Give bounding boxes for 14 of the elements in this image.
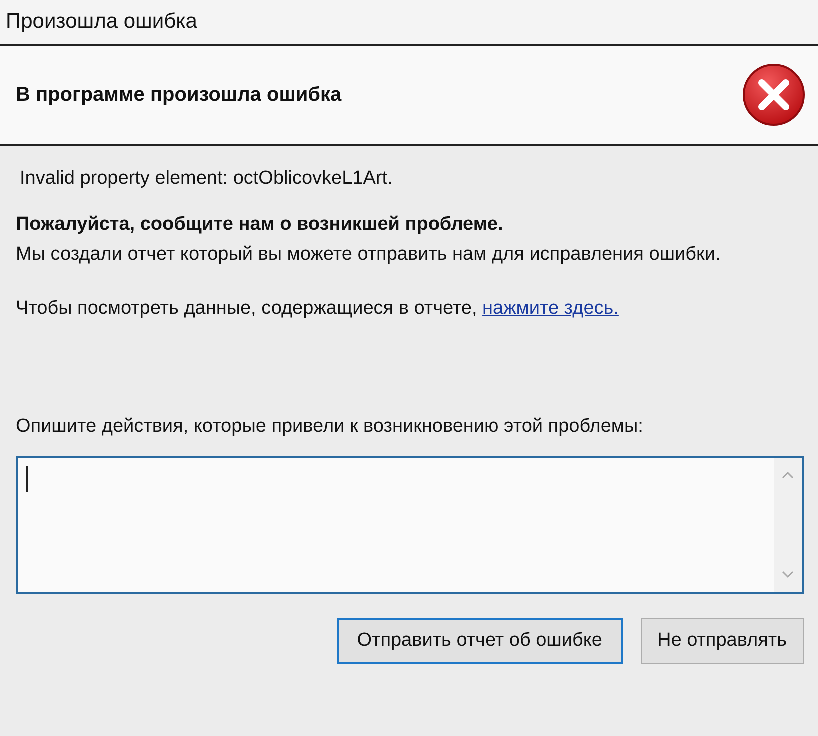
description-label: Опишите действия, которые привели к возникновению этой проблемы: (16, 415, 644, 439)
request-heading: Пожалуйста, сообщите нам о возникшей проблеме. (16, 213, 504, 237)
request-text: Мы создали отчет который вы можете отправить нам для исправления ошибки. (16, 243, 722, 267)
description-field[interactable] (16, 456, 804, 594)
send-report-button[interactable]: Отправить отчет об ошибке (337, 618, 623, 664)
window-title: Произошла ошибка (6, 10, 198, 34)
scroll-up-icon[interactable] (781, 470, 795, 480)
error-message: Invalid property element: octOblicovkeL1Art. (19, 167, 394, 191)
view-report-text: Чтобы посмотреть данные, содержащиеся в отчете, нажмите здесь. (16, 297, 620, 321)
view-report-link[interactable]: нажмите здесь. (482, 298, 619, 319)
scroll-down-icon[interactable] (781, 570, 795, 580)
header-title: В программе произошла ошибка (16, 84, 342, 106)
dont-send-button[interactable]: Не отправлять (640, 618, 804, 664)
error-icon (742, 63, 806, 127)
